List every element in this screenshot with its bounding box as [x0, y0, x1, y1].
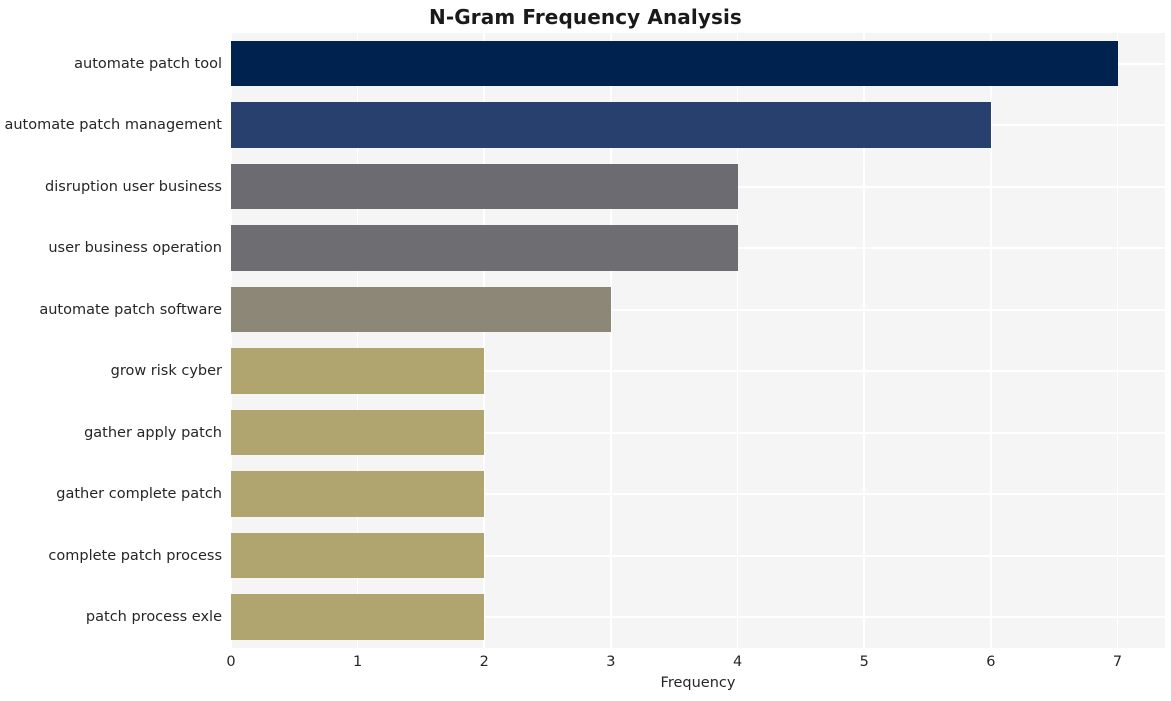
y-tick-label: complete patch process: [48, 547, 222, 564]
bar: [231, 286, 611, 333]
x-tick-label: 1: [353, 654, 363, 670]
bar: [231, 102, 991, 148]
bar: [231, 594, 485, 640]
x-tick-label: 0: [226, 654, 236, 670]
bar: [231, 40, 1118, 87]
x-tick-label: 3: [606, 654, 616, 670]
y-tick-label: gather complete patch: [56, 486, 222, 503]
x-axis-tick-labels: 0 1 2 3 4 5 6 7: [226, 648, 1165, 678]
y-axis-tick-labels: automate patch tool automate patch manage…: [0, 33, 222, 648]
x-axis-title: Frequency: [660, 675, 736, 691]
y-tick-label: automate patch tool: [74, 55, 222, 72]
bar: [231, 225, 738, 271]
x-tick-label: 7: [1112, 654, 1123, 670]
bar: [231, 532, 485, 579]
bars-group: [231, 33, 1165, 648]
x-tick-label: 4: [732, 654, 743, 670]
bar: [231, 163, 738, 210]
bar: [231, 471, 485, 517]
y-tick-label: automate patch management: [4, 117, 222, 134]
y-tick-label: gather apply patch: [84, 424, 222, 441]
x-tick-label: 6: [986, 654, 996, 670]
x-tick-label: 5: [859, 654, 869, 670]
y-tick-label: automate patch software: [39, 301, 222, 318]
bar: [231, 409, 485, 456]
chart-figure: N-Gram Frequency Analysis automate patch…: [0, 0, 1171, 701]
x-tick-label: 2: [479, 654, 489, 670]
y-tick-label: patch process exle: [85, 609, 222, 626]
y-tick-label: grow risk cyber: [110, 363, 222, 380]
bar: [231, 348, 485, 394]
y-tick-label: disruption user business: [45, 178, 222, 195]
plot-area: [231, 33, 1165, 648]
y-tick-label: user business operation: [48, 240, 222, 257]
chart-title: N-Gram Frequency Analysis: [429, 5, 742, 29]
